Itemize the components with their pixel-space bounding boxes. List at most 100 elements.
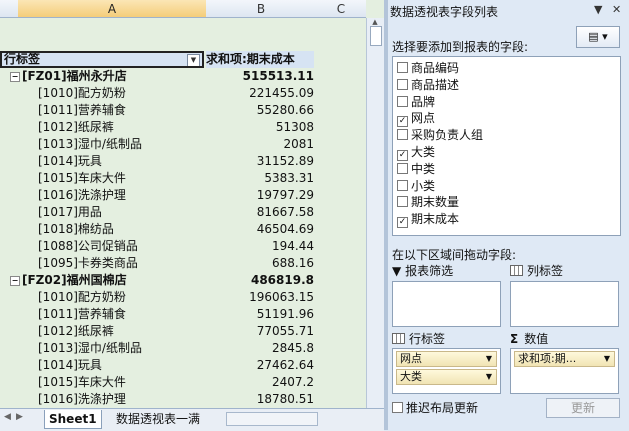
table-row[interactable]: [1015]车床大件 5383.31 <box>0 170 366 187</box>
tab-scroll-first-icon[interactable]: ◀ <box>4 412 11 422</box>
row-field-pill[interactable]: 大类 ▼ <box>396 369 497 385</box>
value-cell[interactable]: 46504.69 <box>206 221 314 238</box>
checkbox[interactable]: ✓ <box>397 116 408 128</box>
horizontal-scrollbar[interactable] <box>226 412 318 426</box>
value-cell[interactable]: 51308 <box>206 119 314 136</box>
field-item[interactable]: 商品描述 <box>397 77 459 93</box>
filter-dropdown-icon[interactable]: ▼ <box>187 54 200 66</box>
row-label-cell[interactable]: [1015]车床大件 <box>0 170 204 187</box>
row-field-pill[interactable]: 网点 ▼ <box>396 351 497 367</box>
group-label-cell[interactable]: − [FZ02]福州国棉店 <box>0 272 204 289</box>
table-row[interactable]: [1011]营养辅食 55280.66 <box>0 102 366 119</box>
checkbox[interactable] <box>397 78 408 90</box>
dropdown-arrow-icon[interactable]: ▼ <box>604 352 610 366</box>
checkbox[interactable] <box>392 402 403 413</box>
column-header-c[interactable]: C <box>316 0 366 18</box>
field-item[interactable]: 采购负责人组 <box>397 127 483 143</box>
value-cell[interactable]: 77055.71 <box>206 323 314 340</box>
collapse-icon[interactable]: − <box>10 71 20 82</box>
update-button[interactable]: 更新 <box>546 398 620 418</box>
row-label-cell[interactable]: [1010]配方奶粉 <box>0 289 204 306</box>
field-item[interactable]: 品牌 <box>397 94 435 110</box>
table-row[interactable]: [1012]纸尿裤 77055.71 <box>0 323 366 340</box>
value-cell[interactable]: 688.16 <box>206 255 314 272</box>
report-filter-area[interactable] <box>392 281 501 327</box>
scroll-up-icon[interactable]: ▲ <box>369 18 381 26</box>
table-row[interactable]: [1016]洗涤护理 19797.29 <box>0 187 366 204</box>
row-label-cell[interactable]: [1017]用品 <box>0 204 204 221</box>
field-list-view-button[interactable]: ▤ ▾ <box>576 26 620 48</box>
table-row[interactable]: [1088]公司促销品 194.44 <box>0 238 366 255</box>
table-row[interactable]: [1012]纸尿裤 51308 <box>0 119 366 136</box>
group-row[interactable]: − [FZ01]福州永升店 515513.11 <box>0 68 366 85</box>
row-label-cell[interactable]: [1012]纸尿裤 <box>0 323 204 340</box>
row-labels-header-cell[interactable]: 行标签 ▼ <box>0 51 204 68</box>
tab-sheet1[interactable]: Sheet1 <box>44 410 102 429</box>
row-label-cell[interactable]: [1013]湿巾/纸制品 <box>0 136 204 153</box>
close-icon[interactable]: ✕ <box>612 3 621 16</box>
field-item[interactable]: 商品编码 <box>397 60 459 76</box>
value-cell[interactable]: 55280.66 <box>206 102 314 119</box>
field-item[interactable]: ✓ 期末成本 <box>397 211 459 229</box>
select-all-corner[interactable] <box>0 0 18 18</box>
scroll-thumb[interactable] <box>370 26 382 46</box>
chevron-down-icon[interactable]: ▼ <box>594 3 602 16</box>
row-labels-area[interactable]: 网点 ▼ 大类 ▼ <box>392 348 501 394</box>
field-item[interactable]: ✓ 网点 <box>397 110 435 128</box>
value-cell[interactable]: 31152.89 <box>206 153 314 170</box>
value-field-pill[interactable]: 求和项:期... ▼ <box>514 351 615 367</box>
table-row[interactable]: [1013]湿巾/纸制品 2845.8 <box>0 340 366 357</box>
value-cell[interactable]: 196063.15 <box>206 289 314 306</box>
row-label-cell[interactable]: [1011]营养辅食 <box>0 102 204 119</box>
collapse-icon[interactable]: − <box>10 275 20 286</box>
table-row[interactable]: [1017]用品 81667.58 <box>0 204 366 221</box>
field-item[interactable]: 中类 <box>397 161 435 177</box>
row-label-cell[interactable]: [1018]棉纺品 <box>0 221 204 238</box>
checkbox[interactable] <box>397 196 408 208</box>
row-label-cell[interactable]: [1010]配方奶粉 <box>0 85 204 102</box>
value-cell[interactable]: 2081 <box>206 136 314 153</box>
value-cell[interactable]: 221455.09 <box>206 85 314 102</box>
value-cell[interactable]: 515513.11 <box>206 68 314 85</box>
checkbox[interactable] <box>397 162 408 174</box>
checkbox[interactable]: ✓ <box>397 150 408 161</box>
group-label-cell[interactable]: − [FZ01]福州永升店 <box>0 68 204 85</box>
checkbox[interactable] <box>397 62 408 73</box>
row-label-cell[interactable]: [1088]公司促销品 <box>0 238 204 255</box>
field-item[interactable]: ✓ 大类 <box>397 144 435 161</box>
value-cell[interactable]: 51191.96 <box>206 306 314 323</box>
group-row[interactable]: − [FZ02]福州国棉店 486819.8 <box>0 272 366 289</box>
value-cell[interactable]: 81667.58 <box>206 204 314 221</box>
value-cell[interactable]: 2407.2 <box>206 374 314 391</box>
defer-update-checkbox[interactable]: 推迟布局更新 <box>392 400 478 416</box>
row-label-cell[interactable]: [1011]营养辅食 <box>0 306 204 323</box>
value-cell[interactable]: 19797.29 <box>206 187 314 204</box>
checkbox[interactable] <box>397 129 408 141</box>
row-label-cell[interactable]: [1015]车床大件 <box>0 374 204 391</box>
row-label-cell[interactable]: [1095]卡券类商品 <box>0 255 204 272</box>
checkbox[interactable] <box>397 179 408 191</box>
table-row[interactable]: [1018]棉纺品 46504.69 <box>0 221 366 238</box>
row-label-cell[interactable]: [1016]洗涤护理 <box>0 391 204 408</box>
table-row[interactable]: [1013]湿巾/纸制品 2081 <box>0 136 366 153</box>
table-row[interactable]: [1010]配方奶粉 221455.09 <box>0 85 366 102</box>
table-row[interactable]: [1015]车床大件 2407.2 <box>0 374 366 391</box>
table-row[interactable]: [1011]营养辅食 51191.96 <box>0 306 366 323</box>
column-labels-area[interactable] <box>510 281 619 327</box>
row-label-cell[interactable]: [1013]湿巾/纸制品 <box>0 340 204 357</box>
table-row[interactable]: [1014]玩具 27462.64 <box>0 357 366 374</box>
dropdown-arrow-icon[interactable]: ▼ <box>486 370 492 384</box>
column-header-a[interactable]: A <box>18 0 206 18</box>
table-row[interactable]: [1014]玩具 31152.89 <box>0 153 366 170</box>
value-cell[interactable]: 18780.51 <box>206 391 314 408</box>
dropdown-arrow-icon[interactable]: ▼ <box>486 352 492 366</box>
value-cell[interactable]: 2845.8 <box>206 340 314 357</box>
tab-scroll-last-icon[interactable]: ▶ <box>16 412 23 422</box>
table-row[interactable]: [1010]配方奶粉 196063.15 <box>0 289 366 306</box>
value-cell[interactable]: 194.44 <box>206 238 314 255</box>
row-label-cell[interactable]: [1014]玩具 <box>0 357 204 374</box>
field-item[interactable]: 小类 <box>397 178 435 194</box>
tab-pivot-sheet[interactable]: 数据透视表一满 <box>112 410 204 428</box>
value-cell[interactable]: 27462.64 <box>206 357 314 374</box>
column-header-b[interactable]: B <box>206 0 316 18</box>
